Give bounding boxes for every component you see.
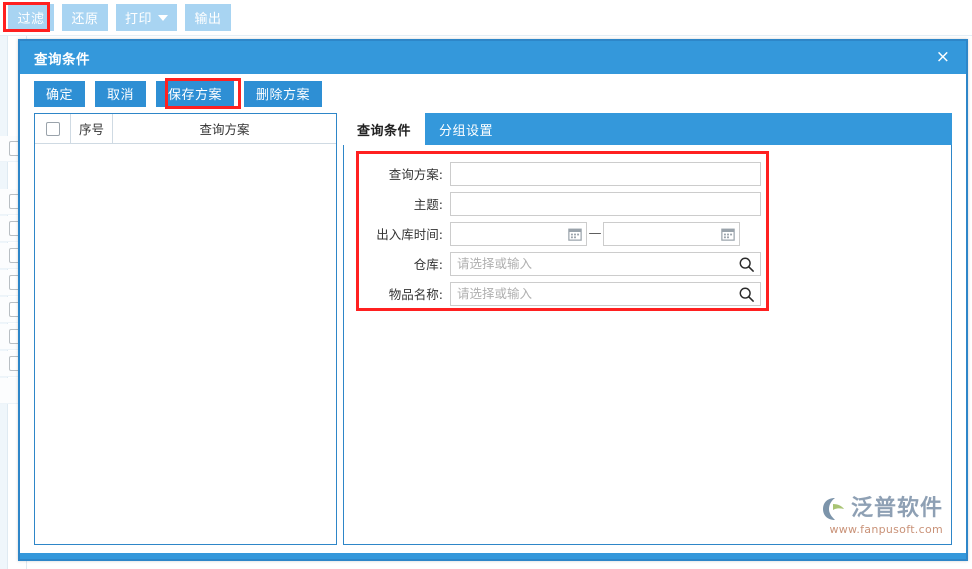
dialog-footer-bar [20, 553, 966, 559]
query-form: 查询方案: 主题: 出入库时间: — 仓库: 请选择或输入 物品名称: 请选择或… [356, 151, 769, 311]
field-item-name[interactable] [450, 281, 761, 306]
label-item-name: 物品名称: [388, 287, 443, 302]
field-query-plan[interactable] [450, 161, 761, 186]
query-plans-header: 序号 查询方案 [35, 114, 336, 144]
form-row-item-name: 物品名称: [364, 280, 761, 307]
tab-query-conditions[interactable]: 查询条件 [343, 113, 426, 145]
form-row-query-plan: 查询方案: [364, 160, 761, 187]
delete-plan-button[interactable]: 删除方案 [244, 80, 323, 107]
query-plans-body[interactable] [35, 144, 336, 544]
label-warehouse: 仓库: [413, 257, 443, 272]
watermark-brand: 泛普软件 [850, 496, 943, 521]
tab-content-query-conditions: 查询方案: 主题: 出入库时间: — 仓库: 请选择或输入 物品名称: 请选择或… [343, 145, 952, 545]
date-range: — [450, 221, 761, 246]
query-plan-input[interactable] [451, 162, 760, 185]
column-header-index: 序号 [71, 114, 113, 143]
search-icon[interactable] [738, 256, 755, 273]
watermark-url: www.fanpusoft.com [829, 523, 943, 536]
save-plan-button[interactable]: 保存方案 [156, 80, 235, 107]
close-icon[interactable]: × [932, 47, 954, 68]
delete-plan-button-label: 删除方案 [256, 88, 311, 103]
select-all-checkbox[interactable] [45, 121, 60, 136]
save-plan-button-label: 保存方案 [168, 88, 223, 103]
item-name-input[interactable] [451, 282, 760, 305]
toolbar-button-restore-label: 还原 [71, 12, 99, 27]
form-row-subject: 主题: [364, 190, 761, 217]
watermark-row: 泛普软件 [811, 497, 943, 521]
fanpu-logo-icon [822, 498, 844, 520]
dialog-title: 查询条件 [34, 51, 90, 68]
select-all-header-cell [35, 114, 71, 143]
confirm-button-label: 确定 [46, 88, 74, 103]
tab-group-settings-label: 分组设置 [439, 123, 494, 139]
toolbar-button-restore[interactable]: 还原 [62, 4, 108, 31]
chevron-down-icon [158, 14, 169, 21]
query-condition-dialog: 查询条件 × 确定 取消 保存方案 删除方案 序号 查询方案 查询条件 分组设置… [18, 39, 968, 561]
main-toolbar: 过滤 还原 打印 输出 [0, 0, 972, 36]
field-warehouse[interactable] [450, 251, 761, 276]
subject-input[interactable] [451, 192, 760, 215]
warehouse-input[interactable] [451, 252, 760, 275]
inout-time-start-input[interactable] [451, 222, 586, 245]
watermark: 泛普软件 www.fanpusoft.com [811, 497, 943, 536]
field-inout-time-end[interactable] [603, 221, 740, 246]
toolbar-button-print[interactable]: 打印 [116, 4, 178, 31]
dialog-button-bar: 确定 取消 保存方案 删除方案 [20, 74, 966, 113]
dialog-body: 序号 查询方案 查询条件 分组设置 查询方案: 主题: 出入库时间: — 仓库:… [20, 113, 966, 559]
tab-group-settings[interactable]: 分组设置 [425, 113, 507, 145]
column-header-plan-name: 查询方案 [199, 122, 250, 137]
search-icon[interactable] [738, 286, 755, 303]
tab-query-conditions-label: 查询条件 [357, 123, 412, 139]
form-row-inout-time: 出入库时间: — [364, 220, 761, 247]
field-inout-time-start[interactable] [450, 221, 587, 246]
label-inout-time: 出入库时间: [376, 227, 443, 242]
toolbar-button-print-label: 打印 [125, 12, 153, 27]
query-plans-grid: 序号 查询方案 [34, 113, 337, 545]
confirm-button[interactable]: 确定 [34, 80, 86, 107]
field-subject[interactable] [450, 191, 761, 216]
cancel-button-label: 取消 [107, 88, 135, 103]
inout-time-end-input[interactable] [604, 222, 739, 245]
label-subject: 主题: [413, 197, 443, 212]
toolbar-button-filter[interactable]: 过滤 [8, 4, 54, 31]
toolbar-button-export[interactable]: 输出 [185, 4, 232, 31]
date-range-separator: — [588, 226, 602, 241]
form-row-warehouse: 仓库: [364, 250, 761, 277]
label-query-plan: 查询方案: [388, 167, 443, 182]
cancel-button[interactable]: 取消 [95, 80, 147, 107]
dialog-titlebar: 查询条件 × [20, 41, 966, 74]
right-panel: 查询条件 分组设置 查询方案: 主题: 出入库时间: — 仓库: 请选择或输入 … [343, 113, 952, 545]
tab-strip: 查询条件 分组设置 [343, 113, 952, 145]
toolbar-button-filter-label: 过滤 [17, 12, 45, 27]
toolbar-button-export-label: 输出 [194, 12, 222, 27]
